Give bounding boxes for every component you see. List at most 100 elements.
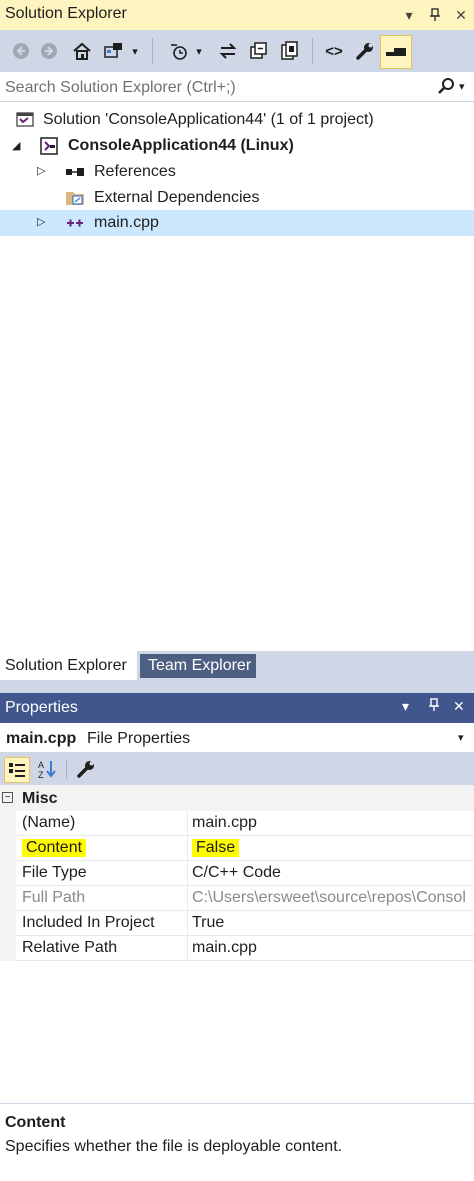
switch-views-dropdown-icon[interactable]: ▾ [128, 38, 142, 64]
collapsed-arrow-icon[interactable]: ▷ [37, 215, 45, 228]
tab-solution-explorer[interactable]: Solution Explorer [0, 651, 137, 680]
category-misc[interactable]: − Misc [0, 785, 474, 811]
main-cpp-label: main.cpp [94, 214, 159, 231]
svg-text:Z: Z [38, 770, 44, 779]
property-row-full-path[interactable]: Full Path C:\Users\ersweet\source\repos\… [0, 886, 474, 911]
search-icon[interactable] [437, 77, 455, 100]
property-value: main.cpp [192, 814, 257, 831]
description-title: Content [5, 1114, 66, 1131]
property-pages-wrench-icon[interactable] [74, 757, 98, 781]
home-icon[interactable] [69, 38, 95, 64]
solution-label: Solution 'ConsoleApplication44' (1 of 1 … [43, 111, 374, 128]
toolbar-separator [312, 38, 313, 64]
property-row-relative-path[interactable]: Relative Path main.cpp [0, 936, 474, 961]
collapse-icon[interactable]: − [2, 792, 13, 803]
object-selector[interactable]: main.cpp File Properties ▾ [0, 723, 474, 753]
cpp-project-icon [40, 137, 58, 155]
close-icon[interactable]: ✕ [453, 698, 465, 715]
switch-views-icon[interactable] [101, 38, 127, 64]
cpp-file-icon [65, 214, 83, 232]
properties-toolbar: AZ [0, 753, 474, 785]
property-row-file-type[interactable]: File Type C/C++ Code [0, 861, 474, 886]
property-value: main.cpp [192, 939, 257, 956]
tree-item-main-cpp[interactable]: ▷ main.cpp [0, 210, 474, 236]
property-description-pane: Content Specifies whether the file is de… [0, 1103, 474, 1181]
property-key: Full Path [22, 889, 86, 906]
property-value: C:\Users\ersweet\source\repos\Consol [192, 889, 466, 906]
pending-changes-icon[interactable] [166, 38, 192, 64]
property-key-cell: Full Path [16, 886, 188, 911]
property-key-cell: (Name) [16, 811, 188, 836]
properties-titlebar: Properties ▾ ✕ [0, 693, 474, 723]
properties-wrench-icon[interactable] [352, 38, 378, 64]
property-value: C/C++ Code [192, 864, 281, 881]
property-value-cell[interactable]: True [188, 911, 474, 936]
window-position-dropdown-icon[interactable]: ▾ [402, 698, 409, 715]
categorized-icon[interactable] [4, 757, 30, 783]
row-margin [0, 811, 16, 836]
tree-item-solution[interactable]: Solution 'ConsoleApplication44' (1 of 1 … [0, 107, 474, 133]
close-icon[interactable]: ✕ [450, 4, 472, 26]
property-value-cell[interactable]: False [188, 836, 474, 861]
property-value-cell[interactable]: main.cpp [188, 811, 474, 836]
property-row-content[interactable]: Content False [0, 836, 474, 861]
property-row-included-in-project[interactable]: Included In Project True [0, 911, 474, 936]
property-key: Included In Project [22, 914, 155, 931]
object-type: File Properties [87, 730, 191, 747]
search-solution-explorer-input[interactable]: Search Solution Explorer (Ctrl+;) ▾ [0, 72, 474, 102]
project-label: ConsoleApplication44 (Linux) [68, 137, 294, 154]
panel-gap [0, 681, 474, 693]
external-dependencies-folder-icon [65, 189, 84, 207]
property-key: Content [22, 839, 87, 857]
solution-explorer-toolbar: ▾ ▾ <> [0, 30, 474, 72]
pin-icon[interactable] [428, 698, 440, 715]
properties-title: Properties [5, 699, 78, 716]
solution-icon [16, 111, 34, 129]
expanded-arrow-icon[interactable]: ◢ [12, 139, 20, 152]
property-value-cell[interactable]: C/C++ Code [188, 861, 474, 886]
row-margin [0, 936, 16, 961]
show-all-files-icon[interactable] [277, 38, 303, 64]
tab-team-explorer[interactable]: Team Explorer [140, 654, 256, 678]
row-margin [0, 861, 16, 886]
references-icon [65, 163, 84, 181]
view-code-icon[interactable]: <> [321, 38, 347, 64]
property-row-name[interactable]: (Name) main.cpp [0, 811, 474, 836]
pin-icon[interactable] [424, 4, 446, 26]
property-value: False [192, 839, 240, 857]
tree-item-external-dependencies[interactable]: External Dependencies [0, 185, 474, 211]
search-placeholder: Search Solution Explorer (Ctrl+;) [5, 79, 236, 96]
row-margin [0, 911, 16, 936]
property-key: File Type [22, 864, 87, 881]
tab-solution-explorer-label: Solution Explorer [5, 657, 127, 674]
solution-explorer-title: Solution Explorer [5, 5, 127, 22]
collapsed-arrow-icon[interactable]: ▷ [37, 164, 45, 177]
preview-selected-icon[interactable] [380, 35, 412, 69]
svg-text:A: A [38, 760, 44, 770]
collapse-all-icon[interactable] [246, 38, 272, 64]
tree-item-references[interactable]: ▷ References [0, 159, 474, 185]
property-key-cell: File Type [16, 861, 188, 886]
pending-changes-dropdown-icon[interactable]: ▾ [192, 38, 206, 64]
property-value-cell[interactable]: C:\Users\ersweet\source\repos\Consol [188, 886, 474, 911]
toolbar-separator [66, 759, 67, 779]
tree-item-project[interactable]: ◢ ConsoleApplication44 (Linux) [0, 133, 474, 159]
toolbar-separator [152, 38, 153, 64]
row-margin [0, 886, 16, 911]
sync-icon[interactable] [215, 38, 241, 64]
search-options-dropdown-icon[interactable]: ▾ [459, 80, 465, 93]
property-value: True [192, 914, 225, 931]
back-icon[interactable] [8, 38, 34, 64]
property-key-cell: Included In Project [16, 911, 188, 936]
property-key: (Name) [22, 814, 76, 831]
alphabetical-sort-icon[interactable]: AZ [35, 757, 59, 781]
chevron-down-icon[interactable]: ▾ [458, 731, 464, 744]
property-value-cell[interactable]: main.cpp [188, 936, 474, 961]
row-margin [0, 836, 16, 861]
forward-icon[interactable] [36, 38, 62, 64]
window-position-dropdown-icon[interactable]: ▾ [398, 4, 420, 26]
description-text: Specifies whether the file is deployable… [5, 1138, 343, 1155]
category-label: Misc [22, 790, 58, 807]
solution-explorer-titlebar: Solution Explorer ▾ ✕ [0, 0, 474, 30]
property-key: Relative Path [22, 939, 118, 956]
